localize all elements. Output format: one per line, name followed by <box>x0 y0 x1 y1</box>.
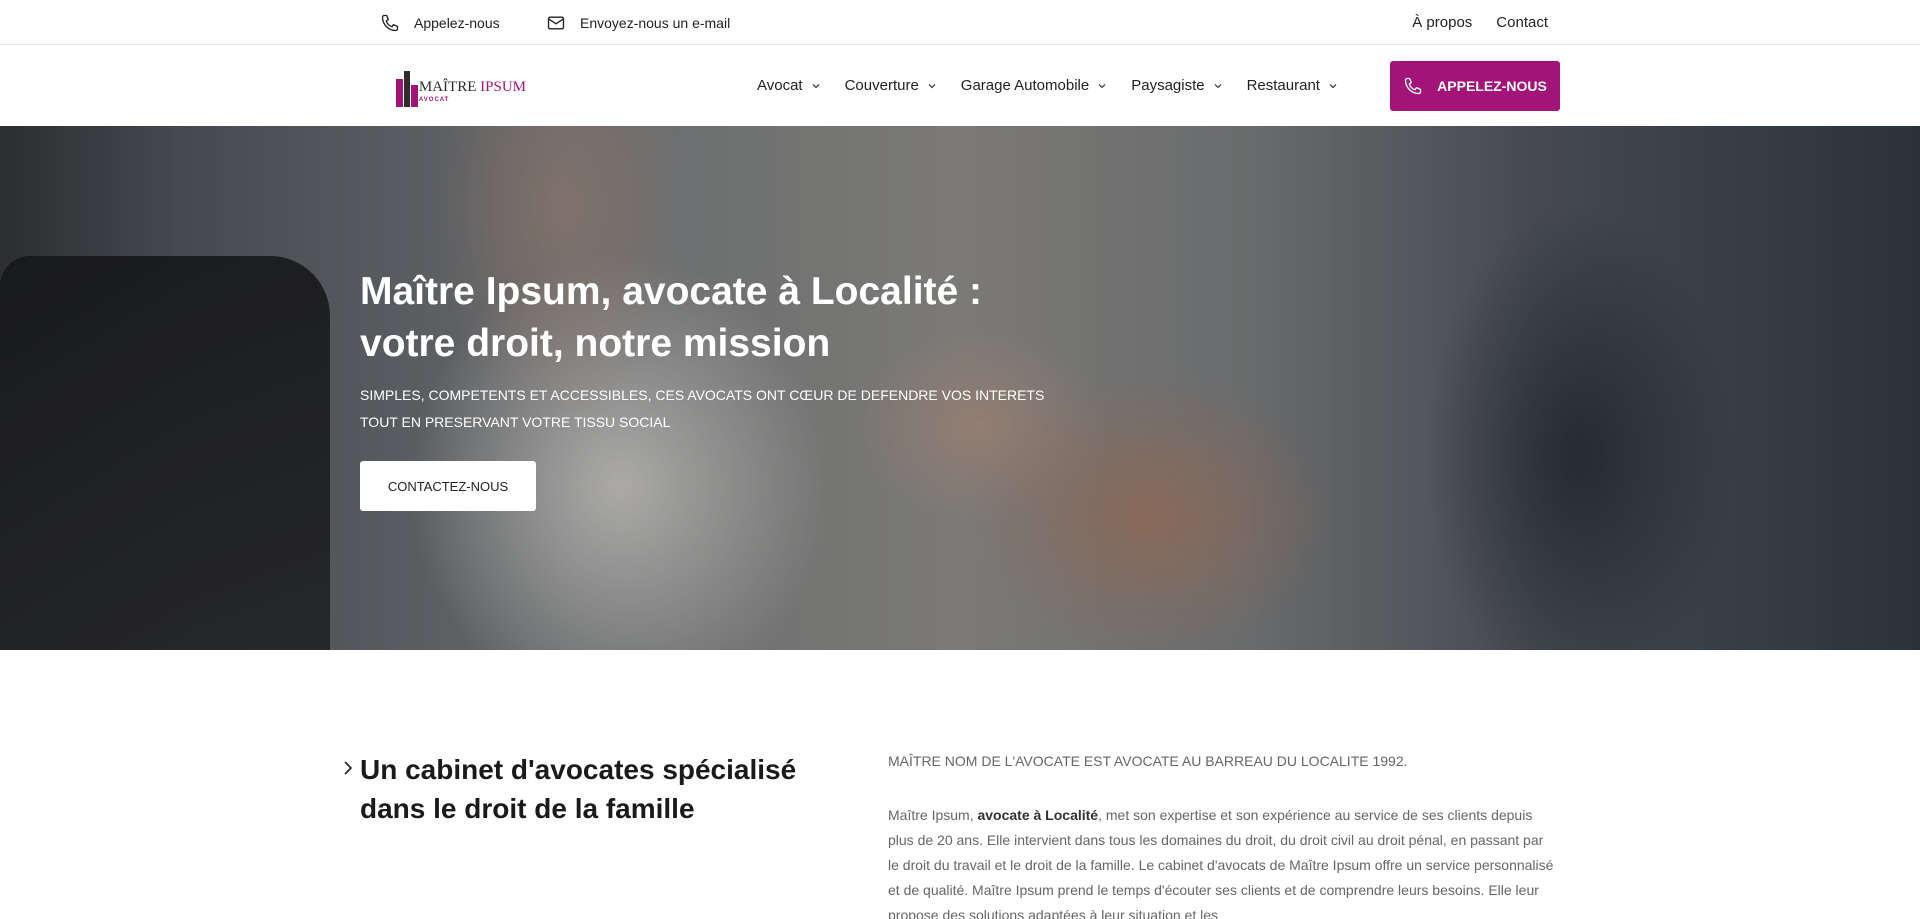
contact-link[interactable]: Contact <box>1496 14 1548 31</box>
nav-item-restaurant[interactable]: Restaurant <box>1247 77 1338 94</box>
paragraph-rest: , met son expertise et son expérience au… <box>888 807 1554 919</box>
nav-item-label: Avocat <box>757 77 803 94</box>
nav-item-label: Garage Automobile <box>960 77 1090 94</box>
nav-item-label: Restaurant <box>1246 77 1320 94</box>
section-intro: MAÎTRE NOM DE L'AVOCATE EST AVOCATE AU B… <box>888 753 1408 769</box>
about-section: Un cabinet d'avocates spécialisé dans le… <box>0 650 1920 919</box>
section-paragraph: Maître Ipsum, avocate à Localité, met so… <box>888 803 1558 919</box>
call-us-button[interactable]: APPELEZ-NOUS <box>1390 61 1560 111</box>
logo-name-part2: IPSUM <box>480 79 526 95</box>
chevron-down-icon <box>1098 83 1106 88</box>
nav-menu: Avocat Couverture Garage Automobile Pays… <box>757 45 1362 126</box>
nav-item-label: Paysagiste <box>1131 77 1205 94</box>
main-navbar: MAÎTRE IPSUM AVOCAT Avocat Couverture Ga… <box>0 45 1920 126</box>
nav-item-avocat[interactable]: Avocat <box>757 77 821 94</box>
chevron-down-icon <box>1214 83 1222 88</box>
chevron-down-icon <box>928 83 936 88</box>
site-logo[interactable]: MAÎTRE IPSUM AVOCAT <box>396 63 526 107</box>
contact-us-button[interactable]: CONTACTEZ-NOUS <box>360 461 536 511</box>
logo-mark <box>396 67 418 107</box>
paragraph-start: Maître Ipsum, <box>888 807 978 823</box>
chevron-right-icon <box>344 761 353 775</box>
topbar-mail-link[interactable]: Envoyez-nous un e-mail <box>546 0 730 45</box>
about-link[interactable]: À propos <box>1412 14 1472 31</box>
topbar-links: À propos Contact <box>1412 0 1548 45</box>
logo-name-part1: MAÎTRE <box>418 79 477 95</box>
topbar-call-label: Appelez-nous <box>414 14 500 31</box>
section-heading: Un cabinet d'avocates spécialisé dans le… <box>360 754 797 824</box>
mail-icon <box>547 16 565 29</box>
top-bar: Appelez-nous Envoyez-nous un e-mail À pr… <box>0 0 1920 45</box>
chevron-down-icon <box>812 83 820 88</box>
topbar-mail-label: Envoyez-nous un e-mail <box>580 14 731 31</box>
logo-tagline: AVOCAT <box>418 97 450 103</box>
nav-item-garage-automobile[interactable]: Garage Automobile <box>961 77 1107 94</box>
hero-banner: Maître Ipsum, avocate à Localité : votre… <box>0 126 1920 650</box>
logo-name: MAÎTRE IPSUM <box>419 80 526 95</box>
paragraph-bold: avocate à Localité <box>977 807 1099 823</box>
nav-item-label: Couverture <box>844 77 919 94</box>
hero-title: Maître Ipsum, avocate à Localité : votre… <box>360 270 983 365</box>
hero-subtitle: SIMPLES, COMPETENTS ET ACCESSIBLES, CES … <box>360 387 1045 430</box>
logo-text: MAÎTRE IPSUM AVOCAT <box>419 80 526 107</box>
call-us-label: APPELEZ-NOUS <box>1437 78 1547 94</box>
nav-item-paysagiste[interactable]: Paysagiste <box>1131 77 1222 94</box>
nav-item-couverture[interactable]: Couverture <box>845 77 937 94</box>
phone-icon <box>1404 77 1422 95</box>
chevron-down-icon <box>1329 83 1337 88</box>
phone-icon <box>381 14 399 31</box>
topbar-call-link[interactable]: Appelez-nous <box>380 0 500 45</box>
